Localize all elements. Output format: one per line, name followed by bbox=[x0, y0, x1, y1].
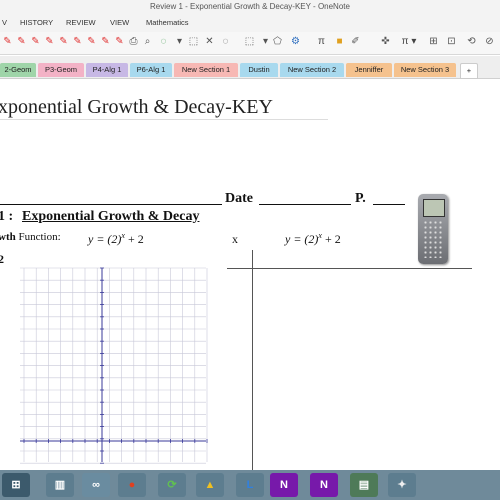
page-title[interactable]: xponential Growth & Decay-KEY bbox=[0, 96, 273, 119]
calculator-keys bbox=[423, 220, 443, 258]
section-tab[interactable]: New Section 2 bbox=[280, 63, 344, 77]
equation-base: y = (2) bbox=[88, 232, 122, 246]
app-icon[interactable]: ▥ bbox=[46, 473, 74, 497]
worksheet-heading: Exponential Growth & Decay bbox=[22, 209, 200, 224]
app-icon[interactable]: ▤ bbox=[350, 473, 378, 497]
symbol-icon[interactable]: ⊡ bbox=[446, 36, 457, 48]
section-tab[interactable]: P4-Alg 1 bbox=[86, 63, 128, 77]
history-icon[interactable]: ⟲ bbox=[466, 36, 477, 48]
app-icon[interactable]: L bbox=[236, 473, 264, 497]
table-divider bbox=[252, 250, 253, 470]
equation-left: y = (2)x + 2 bbox=[88, 231, 144, 247]
highlight-icon[interactable]: ■ bbox=[334, 36, 345, 48]
grid-icon[interactable]: ✜ bbox=[380, 36, 391, 48]
coordinate-grid bbox=[20, 267, 208, 464]
equation-exponent: x bbox=[121, 231, 125, 240]
red-pen-icon[interactable]: ✎ bbox=[100, 36, 111, 48]
app-icon[interactable]: ✦ bbox=[388, 473, 416, 497]
equation-base: y = (2) bbox=[285, 232, 319, 246]
x-column-label: x bbox=[232, 232, 238, 246]
section-number: 1 : bbox=[0, 209, 14, 224]
date-label: Date bbox=[225, 191, 253, 206]
pi-dropdown-icon[interactable]: π ▾ bbox=[398, 36, 420, 48]
taskbar: ⊞ ▥ ∞ ● ⟳ ▲ L N N ▤ ✦ bbox=[0, 470, 500, 500]
red-pen-icon[interactable]: ✎ bbox=[114, 36, 125, 48]
date-blank bbox=[259, 204, 351, 205]
ribbon-tabs: V HISTORY REVIEW VIEW Mathematics bbox=[0, 14, 500, 32]
print-icon[interactable]: ⎙ bbox=[128, 36, 139, 48]
equation-exponent: x bbox=[318, 231, 322, 240]
red-pen-icon[interactable]: ✎ bbox=[72, 36, 83, 48]
red-pen-icon[interactable]: ✎ bbox=[16, 36, 27, 48]
section-tab[interactable]: Jenniffer bbox=[346, 63, 392, 77]
dropdown-icon[interactable]: ▾ bbox=[174, 36, 185, 48]
red-pen-icon[interactable]: ✎ bbox=[58, 36, 69, 48]
section-tab[interactable]: 2-Geom bbox=[0, 63, 36, 77]
side-mark: 2 bbox=[0, 252, 4, 266]
pi-icon[interactable]: π bbox=[316, 36, 327, 48]
title-divider bbox=[0, 119, 328, 120]
period-blank bbox=[373, 204, 405, 205]
period-label: P. bbox=[355, 191, 366, 206]
onenote-icon[interactable]: N bbox=[310, 473, 338, 497]
equation-right: y = (2)x + 2 bbox=[285, 231, 341, 247]
name-blank bbox=[0, 204, 222, 205]
app-icon[interactable]: ▲ bbox=[196, 473, 224, 497]
red-pen-icon[interactable]: ✎ bbox=[2, 36, 13, 48]
start-button[interactable]: ⊞ bbox=[2, 473, 30, 497]
more-icon[interactable]: ⊘ bbox=[484, 36, 495, 48]
calculator-image bbox=[418, 194, 448, 264]
app-icon[interactable]: ∞ bbox=[82, 473, 110, 497]
circle-shape-icon[interactable]: ◌ bbox=[158, 36, 169, 48]
ink-toolbar: ✎ ✎ ✎ ✎ ✎ ✎ ✎ ✎ ✎ ⎙ ⌕ ◌ ▾ ⬚ ✕ ◌ ⬚ ▾ ⬠ ⚙ … bbox=[0, 32, 500, 55]
add-section-button[interactable]: + bbox=[460, 63, 478, 79]
section-tabs: 2-Geom P3-Geom P4-Alg 1 P6-Alg 1 New Sec… bbox=[0, 56, 500, 79]
delete-icon[interactable]: ✕ bbox=[204, 36, 215, 48]
dropdown-icon[interactable]: ▾ bbox=[260, 36, 271, 48]
onenote-icon[interactable]: N bbox=[270, 473, 298, 497]
section-tab[interactable]: P3-Geom bbox=[38, 63, 84, 77]
tab-review[interactable]: REVIEW bbox=[66, 18, 96, 27]
red-pen-icon[interactable]: ✎ bbox=[30, 36, 41, 48]
red-pen-icon[interactable]: ✎ bbox=[44, 36, 55, 48]
red-pen-icon[interactable]: ✎ bbox=[86, 36, 97, 48]
section-tab[interactable]: New Section 1 bbox=[174, 63, 238, 77]
section-tab[interactable]: P6-Alg 1 bbox=[130, 63, 172, 77]
ink-to-math-icon[interactable]: ⚙ bbox=[290, 36, 301, 48]
lasso-icon[interactable]: ◌ bbox=[220, 36, 231, 48]
section-tab[interactable]: New Section 3 bbox=[394, 63, 456, 77]
function-label: wth Function: bbox=[0, 231, 61, 243]
tab-view[interactable]: VIEW bbox=[110, 18, 129, 27]
app-icon[interactable]: ⟳ bbox=[158, 473, 186, 497]
table-header-rule bbox=[227, 268, 472, 269]
tab-view-partial[interactable]: V bbox=[2, 18, 7, 27]
tab-mathematics[interactable]: Mathematics bbox=[146, 18, 189, 27]
shape-icon[interactable]: ⬠ bbox=[272, 36, 283, 48]
grid-lines bbox=[20, 267, 208, 464]
calculator-screen bbox=[423, 199, 445, 217]
select-icon[interactable]: ⬚ bbox=[188, 36, 199, 48]
equation-constant: + 2 bbox=[324, 232, 341, 246]
equation-constant: + 2 bbox=[127, 232, 144, 246]
app-icon[interactable]: ● bbox=[118, 473, 146, 497]
section-tab[interactable]: Dustin bbox=[240, 63, 278, 77]
preview-icon[interactable]: ⌕ bbox=[142, 36, 153, 48]
tab-history[interactable]: HISTORY bbox=[20, 18, 53, 27]
equation-icon[interactable]: ⊞ bbox=[428, 36, 439, 48]
window-title: Review 1 - Exponential Growth & Decay-KE… bbox=[0, 0, 500, 14]
space-icon[interactable]: ⬚ bbox=[244, 36, 255, 48]
eraser-icon[interactable]: ✐ bbox=[350, 36, 361, 48]
